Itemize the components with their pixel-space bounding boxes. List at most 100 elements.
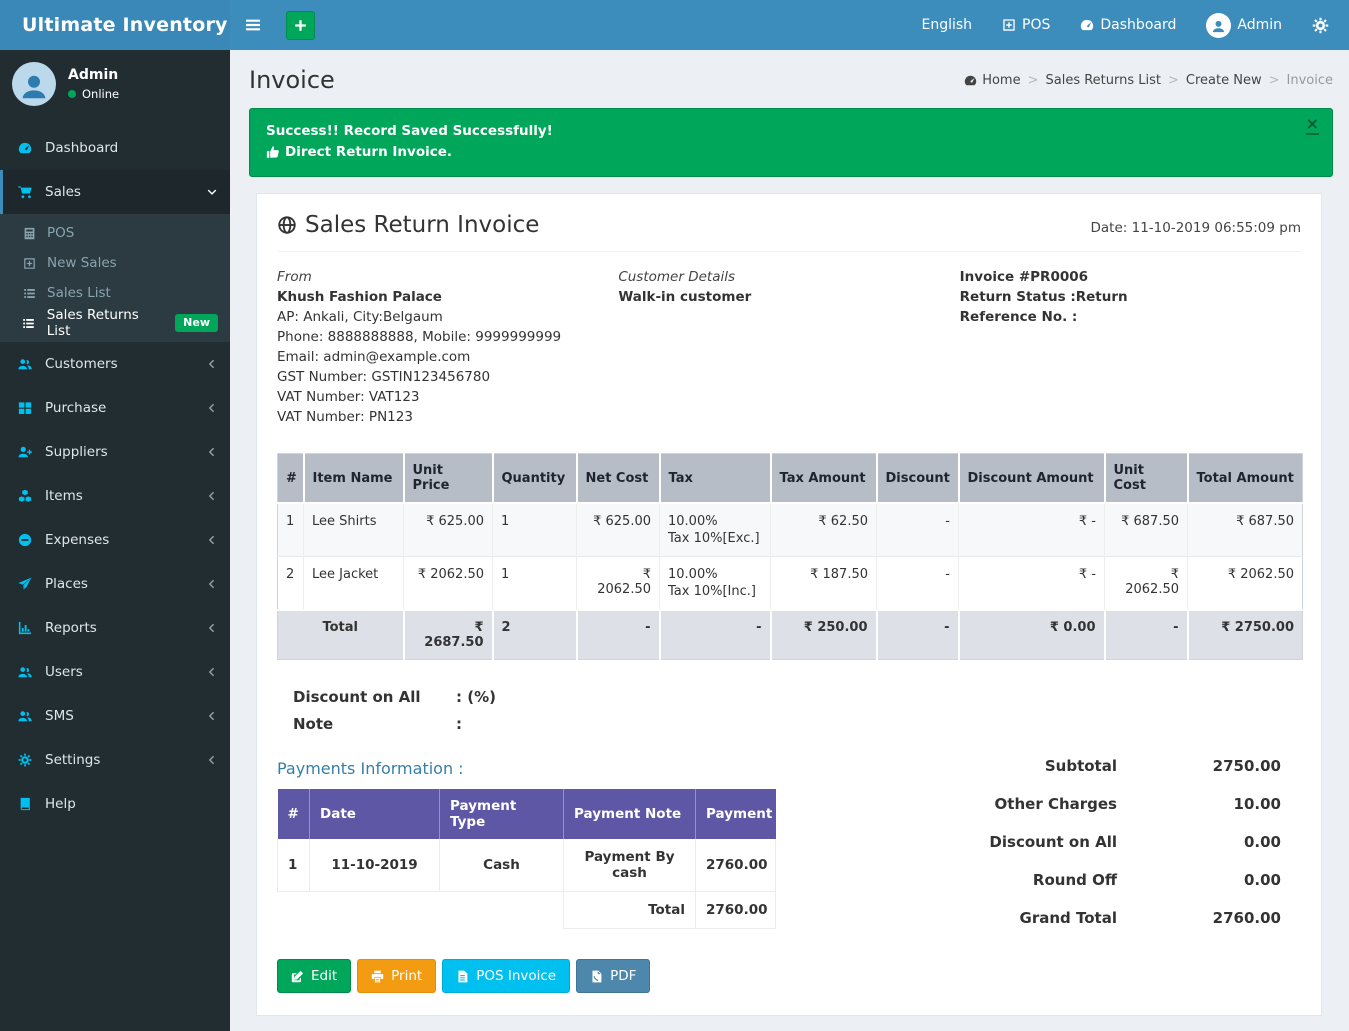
invoice-meta-block: Invoice #PR0006 Return Status :Return Re… [960, 267, 1301, 427]
summary-subtotal: Subtotal 2750.00 [926, 747, 1281, 785]
chevron-left-icon [207, 576, 217, 592]
sidebar-item-reports[interactable]: Reports [0, 606, 230, 650]
gears-icon [16, 753, 34, 767]
invoice-date: Date: 11-10-2019 06:55:09 pm [1091, 220, 1302, 238]
payments-header-row: # Date Payment Type Payment Note Payment [278, 789, 776, 839]
pdf-button[interactable]: PDF [576, 959, 650, 993]
sidebar-item-label: Reports [45, 620, 97, 636]
success-alert: Success!! Record Saved Successfully! Dir… [249, 108, 1333, 177]
nav-pos-link[interactable]: POS [1002, 17, 1050, 33]
minus-circle-icon [16, 533, 34, 547]
from-block: From Khush Fashion Palace AP: Ankali, Ci… [277, 267, 618, 427]
payments-title: Payments Information : [277, 759, 837, 778]
sidebar-item-label: POS [47, 225, 74, 241]
edit-button[interactable]: Edit [277, 959, 351, 993]
sidebar-item-suppliers[interactable]: Suppliers [0, 430, 230, 474]
sidebar-item-label: New Sales [47, 255, 117, 271]
thumbs-up-icon [266, 144, 280, 160]
sidebar-item-pos[interactable]: POS [0, 218, 230, 248]
nav-pos-label: POS [1022, 17, 1050, 33]
nav-dashboard-label: Dashboard [1100, 17, 1176, 33]
chevron-down-icon [207, 184, 217, 200]
sidebar-item-purchase[interactable]: Purchase [0, 386, 230, 430]
settings-menu[interactable] [1312, 17, 1329, 34]
sidebar-item-help[interactable]: Help [0, 782, 230, 826]
sidebar: Admin Online Dashboard Sales POS [0, 50, 230, 1031]
chevron-left-icon [207, 444, 217, 460]
note-value: : [456, 715, 462, 733]
alert-line1: Success!! Record Saved Successfully! [266, 121, 1302, 142]
language-menu[interactable]: English [921, 17, 972, 33]
breadcrumb-sales-returns-list[interactable]: Sales Returns List [1046, 73, 1162, 88]
sidebar-item-label: Help [45, 796, 76, 812]
list-icon [21, 287, 37, 300]
totals-summary: Subtotal 2750.00 Other Charges 10.00 Dis… [926, 747, 1281, 937]
nav-dashboard-link[interactable]: Dashboard [1080, 17, 1176, 33]
summary-other-charges: Other Charges 10.00 [926, 785, 1281, 823]
sidebar-item-dashboard[interactable]: Dashboard [0, 126, 230, 170]
breadcrumb-current: Invoice [1287, 73, 1333, 88]
return-status: Return Status :Return [960, 287, 1301, 307]
discount-on-all-row: Discount on All : (%) [277, 688, 1301, 706]
chevron-left-icon [207, 620, 217, 636]
plus-icon [294, 19, 307, 32]
breadcrumb-create-new[interactable]: Create New [1186, 73, 1262, 88]
online-status-dot [68, 90, 76, 98]
customer-block: Customer Details Walk-in customer [618, 267, 959, 427]
app-brand[interactable]: Ultimate Inventory [0, 0, 230, 50]
chevron-left-icon [207, 488, 217, 504]
user-icon [1211, 19, 1226, 34]
quick-add-button[interactable] [286, 11, 315, 40]
chevron-left-icon [207, 664, 217, 680]
close-icon[interactable]: × [1306, 116, 1319, 135]
user-plus-icon [16, 445, 34, 459]
sidebar-item-users[interactable]: Users [0, 650, 230, 694]
sidebar-item-sales-returns-list[interactable]: Sales Returns List New [0, 308, 230, 338]
col-quantity: Quantity [493, 454, 577, 504]
reference-no: Reference No. : [960, 307, 1301, 327]
sidebar-menu: Dashboard Sales POS New Sales Sales List [0, 126, 230, 826]
sidebar-item-sales[interactable]: Sales [0, 170, 230, 214]
sidebar-item-label: Expenses [45, 532, 109, 548]
col-discount-amount: Discount Amount [959, 454, 1105, 504]
globe-icon [277, 215, 297, 235]
from-vat2: VAT Number: PN123 [277, 407, 618, 427]
breadcrumb-home[interactable]: Home [964, 73, 1020, 88]
print-button[interactable]: Print [357, 959, 436, 993]
sidebar-item-label: Dashboard [45, 140, 118, 156]
sidebar-item-label: Settings [45, 752, 100, 768]
sidebar-item-sms[interactable]: SMS [0, 694, 230, 738]
payment-row-1: 1 11-10-2019 Cash Payment By cash 2760.0… [278, 839, 776, 892]
pos-invoice-button[interactable]: POS Invoice [442, 959, 570, 993]
sidebar-toggle-button[interactable] [230, 0, 276, 50]
sidebar-item-customers[interactable]: Customers [0, 342, 230, 386]
invoice-number: Invoice #PR0006 [960, 267, 1301, 287]
book-icon [16, 797, 34, 811]
sidebar-item-new-sales[interactable]: New Sales [0, 248, 230, 278]
tachometer-icon [1080, 18, 1094, 32]
col-total-amount: Total Amount [1188, 454, 1303, 504]
sidebar-item-sales-list[interactable]: Sales List [0, 278, 230, 308]
edit-icon [291, 970, 304, 983]
user-menu[interactable]: Admin [1206, 13, 1282, 38]
avatar [1206, 13, 1231, 38]
home-dashboard-icon [964, 74, 977, 87]
sidebar-item-settings[interactable]: Settings [0, 738, 230, 782]
payments-table: # Date Payment Type Payment Note Payment… [277, 789, 776, 929]
col-num: # [278, 454, 304, 504]
tachometer-icon [16, 141, 34, 155]
discount-on-all-label: Discount on All [293, 688, 456, 706]
cubes-icon [16, 489, 34, 503]
sidebar-item-expenses[interactable]: Expenses [0, 518, 230, 562]
sidebar-item-label: SMS [45, 708, 74, 724]
sidebar-item-places[interactable]: Places [0, 562, 230, 606]
users-icon [16, 709, 34, 723]
file-text-icon [456, 970, 469, 983]
new-badge: New [175, 314, 218, 332]
sidebar-item-label: Items [45, 488, 83, 504]
col-tax-amount: Tax Amount [771, 454, 877, 504]
col-unit-price: Unit Price [404, 454, 493, 504]
sidebar-item-items[interactable]: Items [0, 474, 230, 518]
chevron-left-icon [207, 752, 217, 768]
chevron-left-icon [207, 708, 217, 724]
